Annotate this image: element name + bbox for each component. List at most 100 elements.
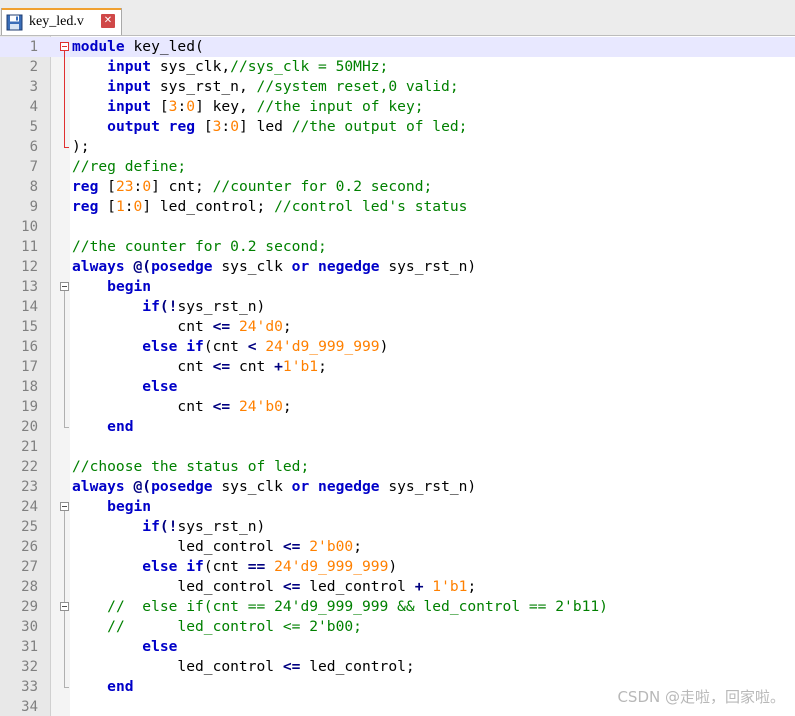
close-tab-icon[interactable]: ✕ — [101, 14, 115, 28]
code-line[interactable]: 20 end — [0, 417, 795, 437]
code-line[interactable]: 22 //choose the status of led; — [0, 457, 795, 477]
code-token: 23 — [115, 178, 134, 195]
code-line[interactable]: 23 always @(posedge sys_clk or negedge sy… — [0, 477, 795, 497]
code-token: (! — [159, 298, 178, 315]
code-token: begin — [107, 278, 152, 295]
code-line[interactable]: 2 input sys_clk,//sys_clk = 50MHz; — [0, 57, 795, 77]
code-line[interactable]: 12 always @(posedge sys_clk or negedge sy… — [0, 257, 795, 277]
code-line[interactable]: 3 input sys_rst_n, //system reset,0 vali… — [0, 77, 795, 97]
code-token: if — [142, 298, 160, 315]
code-line[interactable]: 32 led_control <= led_control; — [0, 657, 795, 677]
line-number: 15 — [21, 319, 38, 335]
code-text: begin — [72, 497, 151, 517]
code-token: cnt — [72, 398, 213, 415]
code-line[interactable]: 10 — [0, 217, 795, 237]
line-number: 28 — [21, 579, 38, 595]
line-number: 34 — [21, 699, 38, 715]
code-text: end — [72, 417, 133, 437]
code-line[interactable]: 8 reg [23:0] cnt; //counter for 0.2 secon… — [0, 177, 795, 197]
code-token: ] key, — [195, 98, 257, 115]
code-token: posedge — [151, 478, 213, 495]
fold-range-line — [64, 291, 65, 427]
code-line[interactable]: 7 //reg define; — [0, 157, 795, 177]
code-token: (cnt — [203, 558, 248, 575]
code-line[interactable]: 27 else if(cnt == 24'd9_999_999) — [0, 557, 795, 577]
code-line[interactable]: 15 cnt <= 24'd0; — [0, 317, 795, 337]
fold-toggle-icon[interactable] — [60, 42, 69, 51]
code-text: if(!sys_rst_n) — [72, 297, 265, 317]
code-token: sys_clk, — [151, 58, 231, 75]
code-editor[interactable]: 1 module key_led(2 input sys_clk,//sys_cl… — [0, 36, 795, 716]
code-token: 0 — [186, 98, 196, 115]
code-line[interactable]: 14 if(!sys_rst_n) — [0, 297, 795, 317]
fold-range-line — [64, 51, 65, 147]
line-number: 20 — [21, 419, 38, 435]
code-token: reg — [168, 118, 196, 135]
code-line[interactable]: 11 //the counter for 0.2 second; — [0, 237, 795, 257]
fold-toggle-icon[interactable] — [60, 602, 69, 611]
code-token: led_control — [72, 658, 283, 675]
tab-bar: key_led.v ✕ — [0, 0, 795, 36]
code-line[interactable]: 16 else if(cnt < 24'd9_999_999) — [0, 337, 795, 357]
tab-key-led[interactable]: key_led.v ✕ — [1, 8, 122, 35]
code-token: begin — [107, 498, 152, 515]
fold-toggle-icon[interactable] — [60, 282, 69, 291]
code-token: sys_rst_n) — [177, 518, 266, 535]
code-line[interactable]: 24 begin — [0, 497, 795, 517]
code-token: end — [107, 678, 134, 695]
code-token: output — [107, 118, 160, 135]
code-line[interactable]: 31 else — [0, 637, 795, 657]
line-number: 11 — [21, 239, 38, 255]
code-token: sys_rst_n) — [379, 478, 477, 495]
code-token: else — [142, 638, 178, 655]
code-token: == — [247, 558, 266, 575]
line-number: 4 — [29, 99, 38, 115]
code-text: else if(cnt == 24'd9_999_999) — [72, 557, 397, 577]
code-text: else if(cnt < 24'd9_999_999) — [72, 337, 388, 357]
code-line[interactable]: 1 module key_led( — [0, 37, 795, 57]
code-token: 24'd0 — [238, 318, 283, 335]
code-token: or — [291, 258, 310, 275]
code-token: or — [291, 478, 310, 495]
code-line[interactable]: 25 if(!sys_rst_n) — [0, 517, 795, 537]
code-token: else — [142, 338, 178, 355]
code-line[interactable]: 29 // else if(cnt == 24'd9_999_999 && le… — [0, 597, 795, 617]
code-line[interactable]: 4 input [3:0] key, //the input of key; — [0, 97, 795, 117]
code-line[interactable]: 6); — [0, 137, 795, 157]
code-token: 24'd9_999_999 — [265, 338, 380, 355]
line-number: 29 — [21, 599, 38, 615]
code-token: sys_clk — [212, 258, 292, 275]
code-line[interactable]: 18 else — [0, 377, 795, 397]
code-token: // led_control <= 2'b00; — [107, 618, 362, 635]
code-line[interactable]: 17 cnt <= cnt +1'b1; — [0, 357, 795, 377]
code-line[interactable]: 19 cnt <= 24'b0; — [0, 397, 795, 417]
code-line[interactable]: 5 output reg [3:0] led //the output of l… — [0, 117, 795, 137]
line-number: 13 — [21, 279, 38, 295]
code-line[interactable]: 21 — [0, 437, 795, 457]
code-text: // else if(cnt == 24'd9_999_999 && led_c… — [72, 597, 608, 617]
code-line[interactable]: 13 begin — [0, 277, 795, 297]
code-line[interactable]: 26 led_control <= 2'b00; — [0, 537, 795, 557]
code-text: led_control <= 2'b00; — [72, 537, 362, 557]
code-token: [ — [98, 178, 116, 195]
line-number: 25 — [21, 519, 38, 535]
code-line[interactable]: 9 reg [1:0] led_control; //control led's … — [0, 197, 795, 217]
code-token: ) — [379, 338, 389, 355]
fold-toggle-icon[interactable] — [60, 502, 69, 511]
code-line[interactable]: 28 led_control <= led_control + 1'b1; — [0, 577, 795, 597]
code-token: <= — [212, 358, 231, 375]
code-text: else — [72, 637, 177, 657]
line-number: 12 — [21, 259, 38, 275]
code-token: else — [142, 558, 178, 575]
code-token: led_control; — [300, 658, 415, 675]
code-line[interactable]: 30 // led_control <= 2'b00; — [0, 617, 795, 637]
code-token: ] led_control; — [142, 198, 275, 215]
code-text: input sys_clk,//sys_clk = 50MHz; — [72, 57, 388, 77]
code-text: always @(posedge sys_clk or negedge sys_… — [72, 257, 476, 277]
